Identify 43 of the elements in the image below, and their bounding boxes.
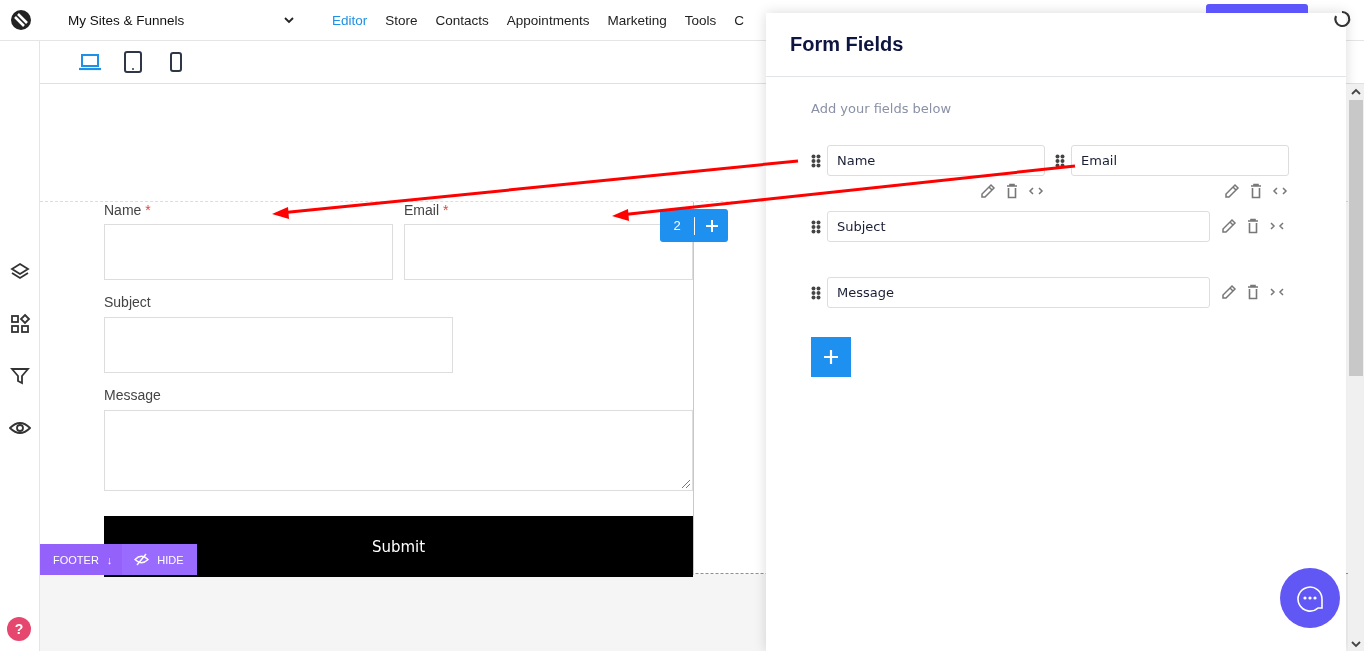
pencil-icon[interactable] [1223,182,1241,200]
hide-button[interactable]: HIDE [122,544,197,575]
field-label: Message [104,387,162,403]
panel-hint: Add your fields below [811,101,953,116]
chevron-down-icon[interactable] [283,14,295,26]
nav-link[interactable]: Tools [684,12,717,28]
refresh-icon[interactable] [1333,10,1351,28]
pencil-icon[interactable] [1220,217,1238,235]
pencil-icon[interactable] [979,182,997,200]
nav-link[interactable]: Contacts [435,12,489,28]
scrollbar-thumb[interactable] [1349,100,1363,376]
chat-button[interactable] [1280,568,1340,628]
tablet-icon[interactable] [121,50,145,74]
resize-grip-icon[interactable] [679,477,691,489]
nav-link[interactable]: C [734,12,744,28]
scroll-down-icon[interactable] [1350,638,1362,650]
drag-handle-icon[interactable] [811,219,821,234]
nav-link[interactable]: Store [385,12,418,28]
field-label: Name * [104,202,152,218]
pencil-icon[interactable] [1220,283,1238,301]
filter-icon[interactable] [8,365,31,387]
field-name-input[interactable]: Name [827,145,1045,176]
eye-off-icon [134,553,150,566]
field-name-input[interactable]: Subject [827,211,1210,242]
plus-icon[interactable] [705,218,719,233]
plus-icon [823,349,839,365]
input-field[interactable] [104,224,393,280]
nav-link[interactable]: Appointments [506,12,590,28]
input-field[interactable] [104,317,453,373]
drag-handle-icon[interactable] [811,153,821,168]
site-menu[interactable]: My Sites & Funnels [68,12,283,28]
field-label: Subject [104,294,152,310]
add-field-button[interactable] [811,337,851,377]
field-label: Email * [404,202,450,218]
help-button[interactable]: ? [7,617,31,641]
nav-link[interactable]: Editor [332,12,368,28]
drag-handle-icon[interactable] [811,285,821,300]
field-name-input[interactable]: Message [827,277,1210,308]
shapes-icon[interactable] [8,313,31,335]
drag-handle-icon[interactable] [1055,153,1065,168]
nav-link[interactable]: Marketing [607,12,667,28]
logo-icon [10,9,32,31]
field-name-input[interactable]: Email [1071,145,1289,176]
